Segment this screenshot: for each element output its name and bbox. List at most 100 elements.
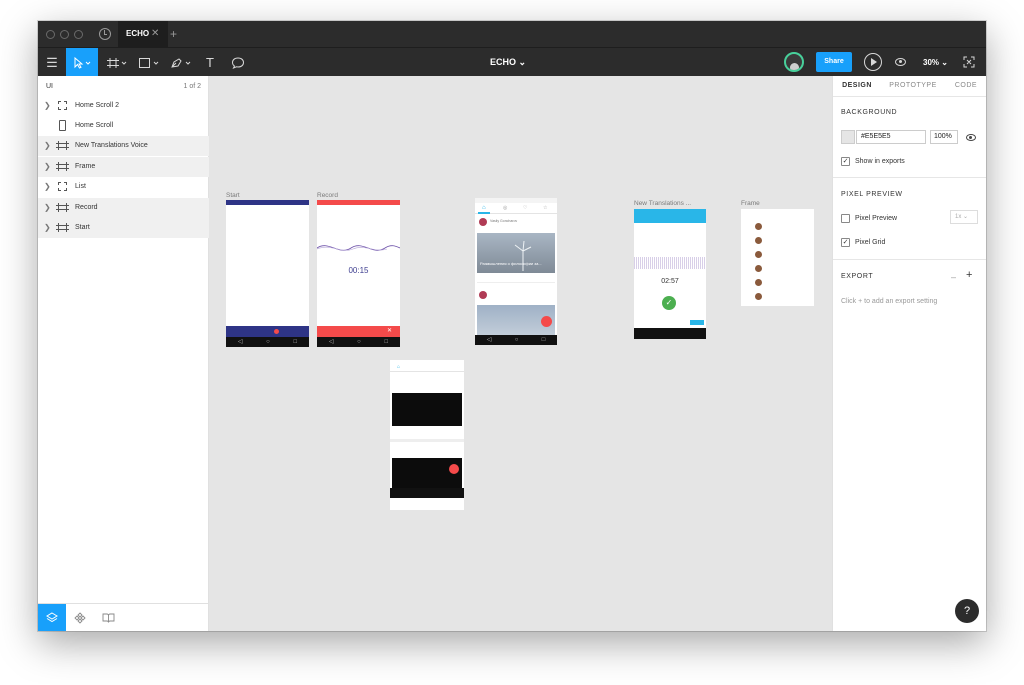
background-hex-input[interactable]: #E5E5E5 <box>856 130 926 144</box>
frame-home-scroll[interactable]: ⌂ ◎ ♡ ☆ Vasily Goncharov Размышления о ф… <box>475 198 557 345</box>
layer-home-scroll-2[interactable]: ❯ Home Scroll 2 <box>38 96 209 116</box>
component-icon <box>58 101 67 110</box>
toolbar: ☰ T ECHO ⌄ Share 30% ⌄ <box>38 47 986 77</box>
record-fab-button[interactable] <box>449 464 459 474</box>
pixel-grid-checkbox[interactable]: ✓ <box>841 238 850 247</box>
home-icon: ⌂ <box>397 364 401 370</box>
layer-label: Record <box>75 204 98 211</box>
move-tool-button[interactable] <box>66 48 98 77</box>
frame-icon <box>56 162 69 171</box>
layer-new-translations-voice[interactable]: ❯ New Translations Voice <box>38 136 209 156</box>
layer-list[interactable]: ❯ List <box>38 177 209 197</box>
avatar[interactable] <box>784 52 804 72</box>
scale-select[interactable]: 1x ⌄ <box>950 210 978 224</box>
zoom-dropdown[interactable]: 30% ⌄ <box>923 48 948 77</box>
layers-tab-icon[interactable] <box>38 604 66 631</box>
pixel-preview-checkbox[interactable] <box>841 214 850 223</box>
help-button[interactable]: ? <box>955 599 979 623</box>
phone-icon <box>59 120 66 131</box>
post-author: Vasily Goncharov <box>490 219 518 223</box>
divider <box>477 282 555 283</box>
feed-tabs: ⌂ ◎ ♡ ☆ <box>475 203 557 214</box>
show-in-exports-checkbox[interactable]: ✓ <box>841 157 850 166</box>
chevron-right-icon[interactable]: ❯ <box>44 162 51 171</box>
tab-prototype[interactable]: PROTOTYPE <box>881 76 945 96</box>
comment-icon <box>231 57 245 69</box>
layer-label: Home Scroll <box>75 122 114 129</box>
chevron-right-icon[interactable]: ❯ <box>44 223 51 232</box>
visibility-eye-icon[interactable] <box>966 134 976 141</box>
pen-tool-button[interactable] <box>168 48 194 77</box>
android-navbar: ◁ ○ □ <box>317 337 400 347</box>
library-tab-icon[interactable] <box>94 604 122 631</box>
menu-icon[interactable]: ☰ <box>38 48 66 77</box>
send-button[interactable] <box>690 320 704 325</box>
minimize-window-button[interactable] <box>60 30 69 39</box>
star-icon: ☆ <box>543 205 548 211</box>
present-play-icon[interactable] <box>864 53 882 71</box>
waveform-graphic <box>634 257 706 269</box>
text-tool-icon[interactable]: T <box>200 48 220 77</box>
avatar <box>479 291 487 299</box>
view-eye-icon[interactable] <box>895 58 906 66</box>
background-opacity-input[interactable]: 100% <box>930 130 958 144</box>
page-header[interactable]: UI 1 of 2 <box>38 76 209 96</box>
chevron-right-icon[interactable]: ❯ <box>44 203 51 212</box>
canvas[interactable]: Start ◁ ○ □ Record 00:15 ✕ ◁ ○ □ ⌂ ◎ ♡ ☆… <box>209 76 832 631</box>
frame-start[interactable]: ◁ ○ □ <box>226 200 309 347</box>
frame-label-start[interactable]: Start <box>226 192 240 199</box>
export-hint: Click + to add an export setting <box>841 298 938 305</box>
divider <box>833 259 986 260</box>
avatar <box>479 218 487 226</box>
waveform-graphic <box>317 245 400 251</box>
expand-arrows-icon <box>963 56 975 68</box>
frame-new-translations[interactable]: 02:57 ✓ <box>634 209 706 339</box>
show-in-exports-label: Show in exports <box>855 158 905 165</box>
cursor-icon <box>74 56 91 69</box>
layer-label: New Translations Voice <box>75 142 148 149</box>
add-export-button[interactable]: + <box>966 269 972 281</box>
close-window-button[interactable] <box>46 30 55 39</box>
remove-export-icon[interactable]: – <box>951 272 956 282</box>
recent-files-icon[interactable] <box>99 28 111 40</box>
tab-design[interactable]: DESIGN <box>833 76 881 96</box>
background-section-title: BACKGROUND <box>841 109 898 116</box>
layer-home-scroll[interactable]: Home Scroll <box>38 116 209 136</box>
resize-icon[interactable] <box>963 56 975 68</box>
chevron-right-icon[interactable]: ❯ <box>44 101 51 110</box>
background-color-swatch[interactable] <box>841 130 855 144</box>
file-title[interactable]: ECHO ⌄ <box>478 48 538 77</box>
tab-echo[interactable]: ECHO <box>118 21 168 47</box>
frame-label-frame[interactable]: Frame <box>741 200 760 207</box>
frame-label-new-translations[interactable]: New Translations ... <box>634 200 691 207</box>
tab-code[interactable]: CODE <box>945 76 986 96</box>
share-button[interactable]: Share <box>816 52 852 72</box>
confirm-check-icon[interactable]: ✓ <box>662 296 676 310</box>
home-icon: ⌂ <box>482 205 486 211</box>
avatar <box>755 223 762 230</box>
chevron-right-icon[interactable]: ❯ <box>44 182 51 191</box>
avatar <box>755 237 762 244</box>
avatar <box>755 279 762 286</box>
layer-label: List <box>75 183 86 190</box>
layer-start[interactable]: ❯ Start <box>38 218 209 238</box>
new-tab-button[interactable]: + <box>170 21 177 47</box>
record-fab-button[interactable] <box>541 316 552 327</box>
comment-tool-button[interactable] <box>226 48 250 77</box>
layer-record[interactable]: ❯ Record <box>38 198 209 218</box>
frame-record[interactable]: 00:15 ✕ ◁ ○ □ <box>317 200 400 347</box>
frame-home-scroll-2[interactable]: ⌂ <box>390 360 464 510</box>
components-tab-icon[interactable] <box>66 604 94 631</box>
app-window: ECHO ✕ + ☰ T ECHO ⌄ Share 30% ⌄ UI 1 of … <box>38 21 986 631</box>
frame-label-record[interactable]: Record <box>317 192 338 199</box>
layer-frame[interactable]: ❯ Frame <box>38 157 209 177</box>
frame-tool-button[interactable] <box>104 48 130 77</box>
android-navbar <box>634 328 706 339</box>
maximize-window-button[interactable] <box>74 30 83 39</box>
close-tab-icon[interactable]: ✕ <box>151 21 159 47</box>
status-bar <box>226 200 309 205</box>
chevron-right-icon[interactable]: ❯ <box>44 141 51 150</box>
frame-list[interactable] <box>741 209 814 306</box>
shape-tool-button[interactable] <box>136 48 162 77</box>
post-image: Размышления о философии за... <box>477 233 555 273</box>
